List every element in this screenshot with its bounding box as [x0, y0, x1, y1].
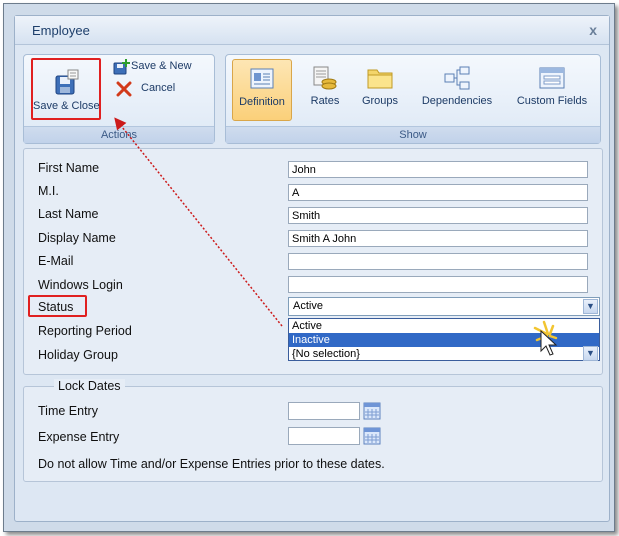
chevron-down-icon[interactable]: ▼ [583, 299, 598, 314]
chevron-down-icon[interactable]: ▼ [583, 346, 598, 361]
status-selected-value: Active [293, 300, 323, 312]
groups-label: Groups [361, 95, 399, 107]
show-group-label: Show [226, 126, 600, 143]
status-select[interactable]: Active ▼ [288, 297, 600, 316]
save-new-icon [113, 59, 130, 75]
ribbon: Save & Close Save & New Cancel Actions D… [23, 54, 601, 144]
title-bar: Employee x [15, 16, 609, 45]
expense-entry-date-field[interactable] [288, 427, 360, 445]
first-name-field[interactable]: John [288, 161, 588, 178]
windows-login-field[interactable] [288, 276, 588, 293]
close-button[interactable]: x [589, 22, 597, 38]
status-dropdown-list: Active Inactive {No selection} ▼ [288, 318, 600, 361]
show-rates-button[interactable]: Rates [302, 59, 348, 121]
dialog-title: Employee [32, 23, 90, 38]
dependencies-icon [444, 66, 470, 90]
time-entry-date-field[interactable] [288, 402, 360, 420]
show-definition-button[interactable]: Definition [232, 59, 292, 121]
mi-label: M.I. [38, 184, 59, 198]
holiday-group-label: Holiday Group [38, 348, 118, 362]
employee-dialog: Employee x Save & Close Save & New Cance… [14, 15, 610, 522]
save-new-button[interactable]: Save & New [110, 59, 210, 77]
actions-group-label: Actions [24, 126, 214, 143]
show-groups-button[interactable]: Groups [352, 59, 408, 121]
save-new-label: Save & New [131, 60, 192, 72]
custom-fields-icon [539, 67, 565, 89]
reporting-period-label: Reporting Period [38, 324, 132, 338]
cancel-icon [116, 81, 132, 97]
expense-entry-label: Expense Entry [38, 430, 120, 444]
rates-icon [313, 66, 337, 90]
highlight-status-label [28, 295, 87, 317]
mi-field[interactable]: A [288, 184, 588, 201]
dependencies-label: Dependencies [421, 95, 493, 107]
calendar-icon[interactable] [363, 427, 381, 445]
lock-dates-group: Lock Dates Time Entry Expense Entry Do n… [23, 379, 603, 482]
lock-dates-note: Do not allow Time and/or Expense Entries… [38, 457, 385, 471]
last-name-field[interactable]: Smith [288, 207, 588, 224]
definition-panel: First Name John M.I. A Last Name Smith D… [23, 148, 603, 375]
rates-label: Rates [310, 95, 340, 107]
holiday-group-value: {No selection} [292, 348, 360, 360]
show-dependencies-button[interactable]: Dependencies [414, 59, 500, 121]
show-custom-fields-button[interactable]: Custom Fields [510, 59, 594, 121]
first-name-label: First Name [38, 161, 100, 175]
screenshot-frame: Employee x Save & Close Save & New Cance… [3, 3, 615, 532]
status-option-inactive[interactable]: Inactive [289, 333, 599, 347]
show-group: Definition Rates Groups Dependencies Cus… [225, 54, 601, 144]
highlight-save-close [31, 58, 101, 120]
folder-icon [367, 69, 393, 89]
definition-icon [250, 68, 274, 89]
cancel-button[interactable]: Cancel [110, 81, 210, 99]
display-name-field[interactable]: Smith A John [288, 230, 588, 247]
windows-login-label: Windows Login [38, 278, 123, 292]
custom-fields-label: Custom Fields [516, 95, 588, 107]
cancel-label: Cancel [141, 82, 176, 94]
calendar-icon[interactable] [363, 402, 381, 420]
email-field[interactable] [288, 253, 588, 270]
last-name-label: Last Name [38, 207, 99, 221]
display-name-label: Display Name [38, 231, 116, 245]
email-label: E-Mail [38, 254, 74, 268]
time-entry-label: Time Entry [38, 404, 98, 418]
status-option-active[interactable]: Active [289, 319, 599, 333]
definition-label: Definition [239, 96, 285, 108]
lock-dates-legend: Lock Dates [54, 379, 125, 393]
